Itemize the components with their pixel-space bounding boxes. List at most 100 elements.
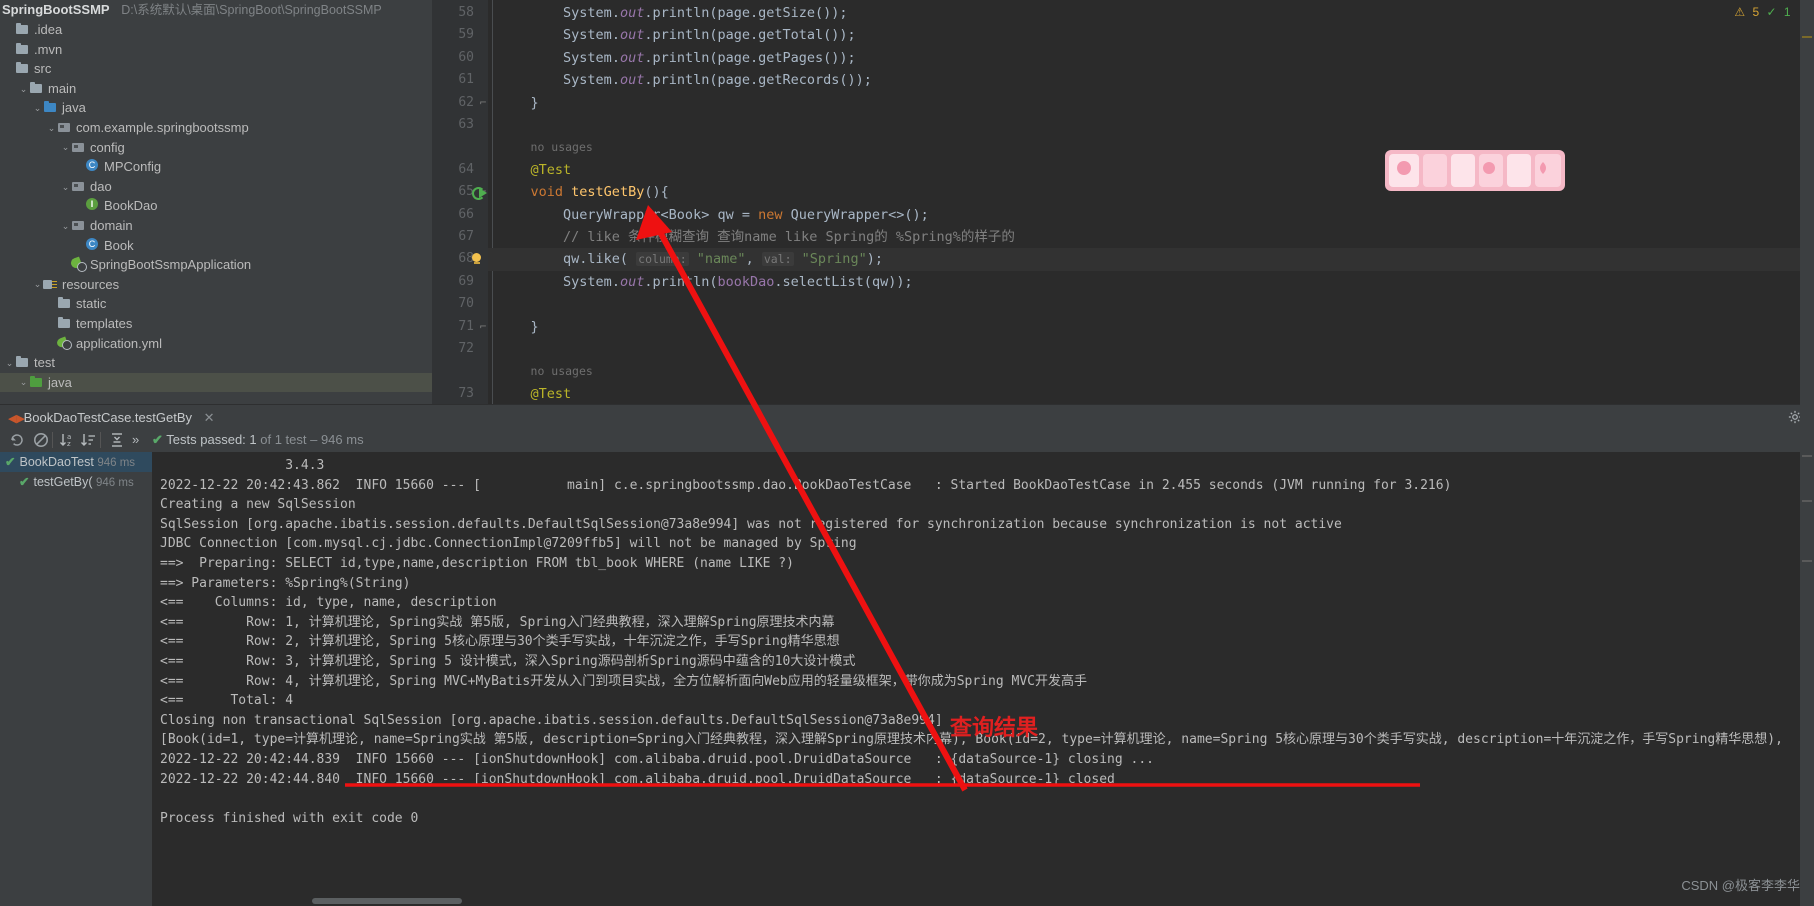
tree-expand-arrow[interactable]: ⌄ [32,99,43,119]
project-tree-item[interactable]: ⌄ domain [0,216,432,236]
project-tree-item[interactable]: ⌄ resources [0,275,432,295]
project-tree-item[interactable]: › MPConfig [0,157,432,177]
editor-code-line[interactable]: } [498,316,539,338]
editor-code-line[interactable]: System.out.println(page.getTotal()); [498,24,856,46]
resources-folder-icon [43,278,58,291]
tree-expand-arrow[interactable]: › [46,315,57,335]
package-icon [57,121,72,134]
tree-expand-arrow[interactable]: ⌄ [60,138,71,158]
project-tree-item[interactable]: › templates [0,314,432,334]
console-line: JDBC Connection [com.mysql.cj.jdbc.Conne… [160,536,857,552]
project-tree-item[interactable]: › src [0,59,432,79]
run-tab-strip[interactable]: ◀▶ BookDaoTestCase.testGetBy ✕ [0,404,1814,431]
editor-code-line[interactable]: qw.like( column: "name", val: "Spring"); [498,248,883,270]
tree-expand-arrow[interactable]: ⌄ [32,275,43,295]
project-tree-item[interactable]: › Book [0,236,432,256]
editor-lines[interactable]: 58 System.out.println(page.getSize()); 59… [432,0,1814,404]
folder-green-icon [29,375,44,389]
tree-expand-arrow[interactable]: › [74,158,85,178]
tree-expand-arrow[interactable]: › [46,295,57,315]
folder-icon [15,23,30,36]
code-fold-marker[interactable]: ⌐ [476,316,490,338]
right-edge-strip[interactable] [1800,0,1814,906]
folder-icon [29,81,44,95]
project-tree-item[interactable]: ⌄ dao [0,177,432,197]
project-tree-item[interactable]: ⌄ config [0,138,432,158]
tree-expand-arrow[interactable]: ⌄ [60,217,71,237]
editor-code-line[interactable]: @Test [498,159,572,181]
run-tab[interactable]: ◀▶ BookDaoTestCase.testGetBy ✕ [8,407,215,428]
tests-passed-count: 1 [249,432,257,447]
console-output[interactable]: 3.4.3 2022-12-22 20:42:43.862 INFO 15660 … [152,452,1814,906]
project-tree-item[interactable]: › static [0,294,432,314]
tree-expand-arrow[interactable]: › [4,60,15,80]
console-line: 3.4.3 [160,458,325,473]
project-tree-item[interactable]: ⌄ test [0,353,432,373]
editor-code-line[interactable]: System.out.println(page.getSize()); [498,2,848,24]
editor-code-line[interactable]: no usages [498,136,593,158]
console-line: Closing non transactional SqlSession [or… [160,712,943,728]
project-tree-item-label: src [34,61,52,77]
editor-code-line[interactable]: @Test [498,383,572,404]
editor-code-line[interactable]: System.out.println(bookDao.selectList(qw… [498,271,913,293]
project-tree-item[interactable]: ⌄ main [0,79,432,99]
rerun-failed-tests-icon[interactable] [32,431,50,449]
editor-line-number: 70 [458,296,474,312]
tree-expand-arrow[interactable]: › [74,197,85,217]
project-tree-item[interactable]: ⌄ java [0,372,432,393]
check-icon: ✔ [152,432,163,447]
editor-code-line[interactable]: } [498,92,539,114]
test-tree-item[interactable]: ✔ testGetBy( 946 ms [0,472,152,492]
console-horizontal-scrollbar[interactable] [304,896,1814,906]
tree-expand-arrow[interactable]: ⌄ [18,80,29,100]
more-options-icon[interactable]: » [132,428,139,452]
project-tree-item[interactable]: › application.yml [0,334,432,354]
run-test-gutter-icon[interactable] [472,186,490,201]
code-fold-marker[interactable]: ⌐ [476,92,490,114]
project-tree-item[interactable]: › BookDao [0,196,432,216]
tree-expand-arrow[interactable]: ⌄ [18,373,29,393]
project-tree-item[interactable]: › SpringBootSsmpApplication [0,255,432,275]
editor-code-line[interactable]: no usages [498,360,593,382]
editor-code-line[interactable]: System.out.println(page.getPages()); [498,47,856,69]
code-editor[interactable]: 58 System.out.println(page.getSize()); 59… [432,0,1814,404]
tree-expand-arrow[interactable]: › [46,334,57,354]
editor-inspection-status[interactable]: ⚠ 5 ✓ 1 ⌄ [1730,2,1808,20]
editor-line-number: 73 [458,385,474,401]
tree-expand-arrow[interactable]: › [60,256,71,276]
tree-expand-arrow[interactable]: › [4,21,15,41]
editor-code-line[interactable]: System.out.println(page.getRecords()); [498,69,872,91]
tree-expand-arrow[interactable]: ⌄ [60,178,71,198]
project-tree-item-label: .mvn [34,41,63,57]
test-tree-item-label: testGetBy( [33,475,93,489]
project-tree-panel[interactable]: SpringBootSSMP D:\系统默认\桌面\SpringBoot\Spr… [0,0,432,404]
run-test-icon: ◀▶ [8,413,25,425]
expand-collapse-icon[interactable] [108,431,126,449]
editor-code-line[interactable]: // like 条件模糊查询 查询name like Spring的 %Spri… [498,226,1015,248]
project-root-row[interactable]: SpringBootSSMP D:\系统默认\桌面\SpringBoot\Spr… [0,0,432,20]
scrollbar-marker [1802,560,1812,562]
editor-code-line[interactable]: QueryWrapper<Book> qw = new QueryWrapper… [498,204,929,226]
rerun-icon[interactable] [8,431,26,449]
test-tree-item[interactable]: ✔ BookDaoTest 946 ms [0,452,152,472]
sort-by-duration-icon[interactable] [80,431,98,449]
test-results-toolbar[interactable]: a z » ✔ Tests passed: 1 of 1 test – 946 … [0,428,1814,452]
tree-expand-arrow[interactable]: ⌄ [4,354,15,374]
editor-line-number: 69 [458,273,474,289]
project-tree-item[interactable]: › .idea [0,20,432,40]
test-tree-panel[interactable]: ✔ BookDaoTest 946 ms ✔ testGetBy( 946 ms [0,452,152,906]
editor-code-line[interactable]: void testGetBy(){ [498,181,669,203]
project-tree-item[interactable]: ⌄ java [0,98,432,118]
sort-alphabetically-icon[interactable]: a z [58,431,76,449]
project-tree-item[interactable]: ⌄ com.example.springbootssmp [0,118,432,138]
test-duration: 946 ms [97,457,136,469]
intention-bulb-icon[interactable] [470,253,483,266]
close-icon[interactable]: ✕ [204,410,215,425]
tree-expand-arrow[interactable]: ⌄ [46,119,57,139]
tree-expand-arrow[interactable]: › [4,40,15,60]
editor-line-number: 71 [458,318,474,334]
project-tree-item[interactable]: › .mvn [0,40,432,60]
console-hscroll-thumb[interactable] [312,898,462,904]
tree-expand-arrow[interactable]: › [74,236,85,256]
package-icon [71,180,86,193]
